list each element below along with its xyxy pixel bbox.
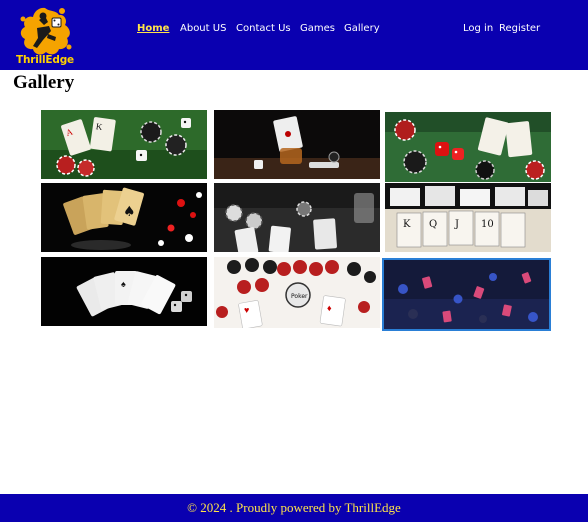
svg-text:10: 10	[481, 219, 494, 230]
gallery-image-4[interactable]: ♠	[41, 183, 207, 252]
footer-copyright: © 2024 . Proudly powered by ThrillEdge	[187, 500, 401, 515]
gallery-image-1[interactable]: A K	[41, 110, 207, 179]
gallery-image-6[interactable]: K Q J 10	[385, 183, 551, 252]
gallery-image-2[interactable]	[214, 110, 380, 179]
svg-text:Q: Q	[429, 219, 437, 230]
nav-games[interactable]: Games	[300, 23, 335, 34]
gallery-image-5[interactable]	[214, 183, 380, 252]
register-link[interactable]: Register	[499, 23, 540, 34]
nav-home[interactable]: Home	[137, 23, 169, 34]
gallery-image-8[interactable]: Poker ♥ ♦	[214, 257, 380, 328]
site-header: ThrillEdge Home About US Contact Us Game…	[0, 0, 588, 70]
nav-gallery[interactable]: Gallery	[344, 23, 380, 34]
login-link[interactable]: Log in	[463, 23, 493, 34]
svg-text:J: J	[454, 219, 459, 230]
svg-text:♠: ♠	[121, 279, 126, 289]
svg-text:♠: ♠	[123, 204, 136, 220]
site-footer: © 2024 . Proudly powered by ThrillEdge	[0, 494, 588, 522]
gallery-image-7[interactable]: ♠	[41, 257, 207, 326]
nav-contact[interactable]: Contact Us	[236, 23, 291, 34]
svg-text:K: K	[403, 219, 411, 230]
svg-text:Poker: Poker	[291, 293, 308, 300]
svg-text:♦: ♦	[327, 303, 332, 313]
page-title: Gallery	[13, 72, 75, 93]
svg-text:♥: ♥	[244, 305, 249, 315]
gallery-image-3[interactable]	[385, 112, 551, 182]
gallery-image-9[interactable]	[382, 258, 551, 331]
brand-name: ThrillEdge	[16, 54, 74, 66]
nav-about[interactable]: About US	[180, 23, 226, 34]
main-nav: Home About US Contact Us Games Gallery L…	[0, 23, 588, 39]
